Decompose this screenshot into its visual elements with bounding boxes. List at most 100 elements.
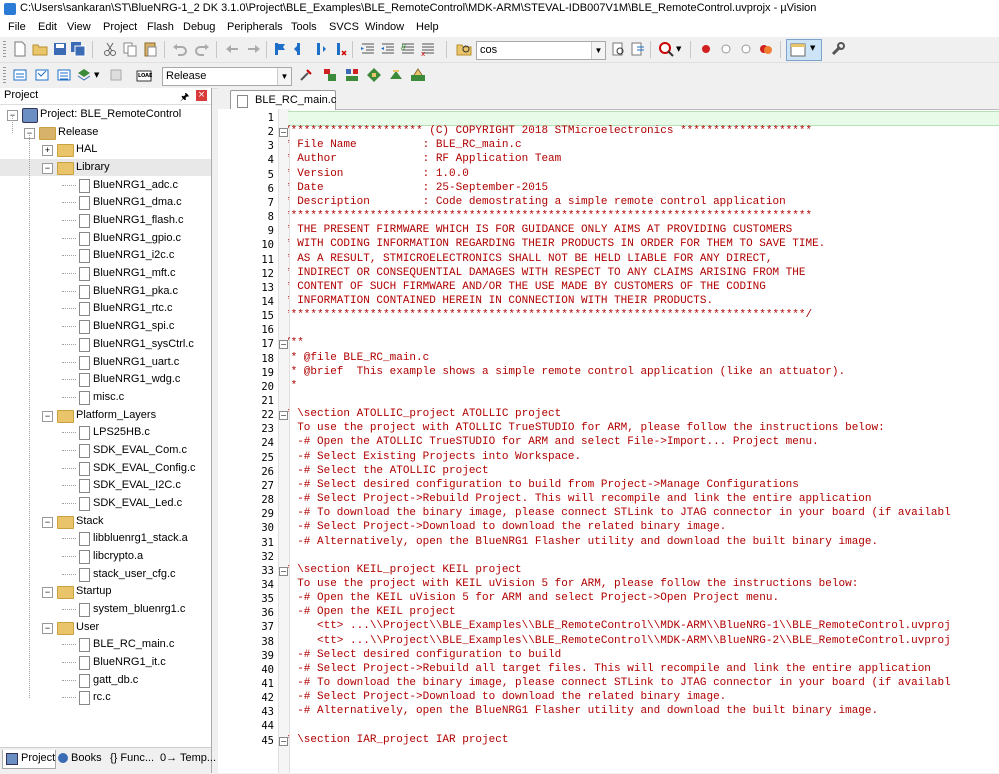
menu-file[interactable]: File — [8, 21, 26, 33]
batch-dropdown-icon[interactable]: ▼ — [94, 71, 99, 79]
paste-icon[interactable] — [142, 41, 158, 57]
rebuild-icon[interactable] — [56, 67, 72, 83]
menu-tools[interactable]: Tools — [291, 21, 317, 33]
tree-file[interactable]: BlueNRG1_gpio.c — [0, 230, 211, 247]
configure-icon[interactable] — [830, 41, 846, 57]
tree-file[interactable]: BlueNRG1_wdg.c — [0, 371, 211, 388]
tree-file[interactable]: BlueNRG1_spi.c — [0, 318, 211, 335]
prev-bookmark-icon[interactable] — [292, 41, 308, 57]
tab-ble-rc-main[interactable]: BLE_RC_main.c — [230, 90, 336, 110]
tree-file[interactable]: SDK_EVAL_Com.c — [0, 442, 211, 459]
back-icon[interactable] — [224, 41, 240, 57]
tree-file[interactable]: rc.c — [0, 689, 211, 706]
tree-file[interactable]: BlueNRG1_it.c — [0, 654, 211, 671]
tree-group-stack[interactable]: − Stack — [0, 513, 211, 530]
menu-help[interactable]: Help — [416, 21, 439, 33]
tree-file[interactable]: SDK_EVAL_Config.c — [0, 460, 211, 477]
unindent-icon[interactable] — [380, 41, 396, 57]
disable-all-breakpoints-icon[interactable] — [738, 41, 754, 57]
tree-group-platform_layers[interactable]: − Platform_Layers — [0, 407, 211, 424]
menu-view[interactable]: View — [67, 21, 91, 33]
fold-toggle-icon[interactable]: − — [279, 128, 288, 138]
undo-icon[interactable] — [172, 41, 188, 57]
tree-file[interactable]: BlueNRG1_mft.c — [0, 265, 211, 282]
tree-file[interactable]: BlueNRG1_uart.c — [0, 354, 211, 371]
fold-toggle-icon[interactable]: − — [279, 340, 288, 350]
save-icon[interactable] — [52, 41, 68, 57]
toolbar-grip[interactable] — [3, 67, 6, 84]
find-in-files-icon[interactable] — [456, 41, 472, 57]
close-icon[interactable]: × — [196, 90, 207, 101]
tree-file[interactable]: SDK_EVAL_Led.c — [0, 495, 211, 512]
fold-toggle-icon[interactable]: − — [279, 566, 288, 576]
tab-project[interactable]: Project — [2, 750, 56, 769]
save-all-icon[interactable] — [70, 41, 86, 57]
tree-group-hal[interactable]: + HAL — [0, 141, 211, 158]
window-layout-button[interactable]: ▼ — [786, 39, 822, 61]
download-icon[interactable]: LOAD — [136, 67, 152, 83]
tree-file[interactable]: system_bluenrg1.c — [0, 601, 211, 618]
menu-project[interactable]: Project — [103, 21, 137, 33]
tree-file[interactable]: stack_user_cfg.c — [0, 566, 211, 583]
event-recorder-icon[interactable] — [410, 67, 426, 83]
tree-file[interactable]: BlueNRG1_dma.c — [0, 194, 211, 211]
translate-icon[interactable] — [12, 67, 28, 83]
tree-file[interactable]: gatt_db.c — [0, 672, 211, 689]
file-extensions-icon[interactable] — [322, 67, 338, 83]
tree-file[interactable]: LPS25HB.c — [0, 424, 211, 441]
comment-icon[interactable]: // — [400, 41, 416, 57]
chevron-down-icon[interactable]: ▼ — [277, 68, 291, 85]
menu-edit[interactable]: Edit — [38, 21, 57, 33]
tree-file[interactable]: libbluenrg1_stack.a — [0, 530, 211, 547]
batch-build-icon[interactable] — [76, 67, 92, 83]
kill-breakpoints-icon[interactable] — [758, 41, 774, 57]
tree-file[interactable]: SDK_EVAL_I2C.c — [0, 477, 211, 494]
disable-breakpoint-icon[interactable] — [718, 41, 734, 57]
tree-target-release[interactable]: − Release — [0, 124, 211, 141]
new-file-icon[interactable] — [12, 41, 28, 57]
tree-group-startup[interactable]: − Startup — [0, 583, 211, 600]
tab-templates[interactable]: 0→ Temp... — [158, 750, 216, 768]
code-area[interactable]: /******************** (C) COPYRIGHT 2018… — [288, 109, 999, 773]
find-combo[interactable]: cos ▼ — [476, 41, 606, 60]
stop-build-icon[interactable] — [108, 67, 124, 83]
select-device-icon[interactable] — [388, 67, 404, 83]
clear-bookmarks-icon[interactable] — [332, 41, 348, 57]
cut-icon[interactable] — [102, 41, 118, 57]
copy-icon[interactable] — [122, 41, 138, 57]
incremental-find-icon[interactable] — [630, 41, 646, 57]
collapse-icon[interactable]: − — [42, 410, 53, 422]
indent-icon[interactable] — [360, 41, 376, 57]
fold-toggle-icon[interactable]: − — [279, 736, 288, 746]
breakpoint-icon[interactable] — [698, 41, 714, 57]
bookmark-icon[interactable] — [272, 41, 288, 57]
tree-file[interactable]: BlueNRG1_i2c.c — [0, 247, 211, 264]
expand-icon[interactable]: + — [42, 145, 53, 157]
tree-file[interactable]: BlueNRG1_pka.c — [0, 283, 211, 300]
debug-dropdown-icon[interactable]: ▼ — [676, 45, 681, 53]
forward-icon[interactable] — [246, 41, 262, 57]
tree-file[interactable]: BlueNRG1_adc.c — [0, 177, 211, 194]
find-icon[interactable] — [610, 41, 626, 57]
open-icon[interactable] — [32, 41, 48, 57]
pin-icon[interactable]: 🖈 — [180, 90, 189, 107]
tree-file[interactable]: BlueNRG1_sysCtrl.c — [0, 336, 211, 353]
tree-file[interactable]: misc.c — [0, 389, 211, 406]
tree-group-user[interactable]: − User — [0, 619, 211, 636]
tree-file[interactable]: BlueNRG1_flash.c — [0, 212, 211, 229]
collapse-icon[interactable]: − — [42, 622, 53, 634]
tab-functions[interactable]: {} Func... — [108, 750, 156, 768]
menu-peripherals[interactable]: Peripherals — [227, 21, 283, 33]
fold-toggle-icon[interactable]: − — [279, 411, 288, 421]
tree-file[interactable]: BLE_RC_main.c — [0, 636, 211, 653]
toolbar-grip[interactable] — [3, 41, 6, 58]
tree-group-library[interactable]: − Library — [0, 159, 211, 176]
tree-root-project[interactable]: − Project: BLE_RemoteControl — [0, 106, 211, 123]
menu-flash[interactable]: Flash — [147, 21, 174, 33]
target-select[interactable]: Release ▼ — [162, 67, 292, 86]
menu-debug[interactable]: Debug — [183, 21, 215, 33]
build-icon[interactable] — [34, 67, 50, 83]
redo-icon[interactable] — [194, 41, 210, 57]
pack-installer-icon[interactable] — [366, 67, 382, 83]
tree-file[interactable]: BlueNRG1_rtc.c — [0, 300, 211, 317]
